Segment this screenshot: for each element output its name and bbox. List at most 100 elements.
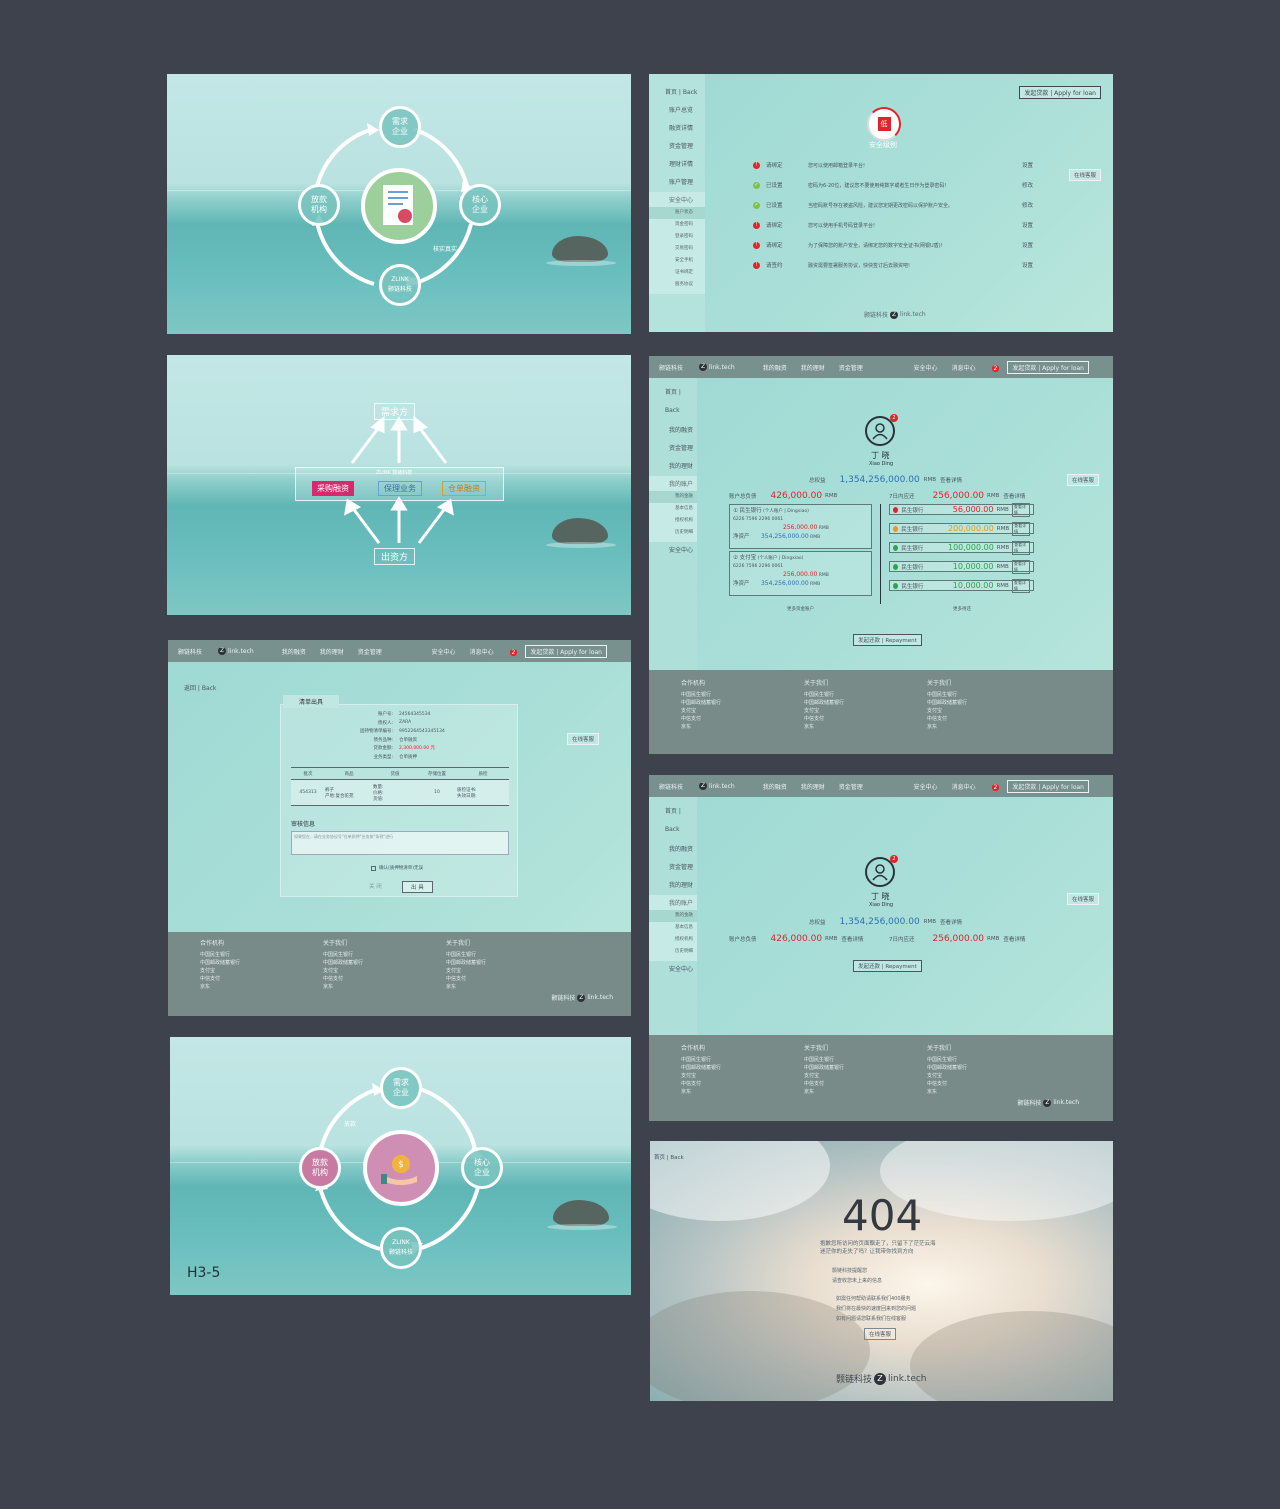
footer-link[interactable]: 中信支付: [323, 975, 363, 983]
nav-security-center[interactable]: 安全中心: [649, 542, 697, 560]
view-details-link[interactable]: 查看详情: [1003, 935, 1025, 943]
nav-home[interactable]: 首页 | Back: [649, 803, 697, 833]
nav-sub-phone[interactable]: 安全手机: [649, 255, 705, 267]
nav-my-account[interactable]: 我的账户: [649, 479, 697, 491]
brand-logo[interactable]: 颢链科技 Zlink.tech: [659, 363, 749, 372]
brand-logo[interactable]: 颢链科技 Zlink.tech: [178, 647, 268, 656]
tag-factoring[interactable]: 保理业务: [378, 481, 422, 496]
online-service-button[interactable]: 在线客服: [1066, 474, 1099, 486]
nav-item-finance[interactable]: 我的融资: [649, 841, 697, 859]
footer-link[interactable]: 中信支付: [804, 715, 844, 723]
nav-my-account[interactable]: 我的账户: [649, 898, 697, 910]
view-details-link[interactable]: 查看详情: [1011, 502, 1030, 517]
footer-link[interactable]: 中国邮政储蓄银行: [323, 959, 363, 967]
bank-due-item[interactable]: 民生银行 100,000.00 RMB 查看详情: [889, 540, 1034, 555]
footer-link[interactable]: 京东: [681, 1088, 721, 1096]
footer-link[interactable]: 支付宝: [804, 1072, 844, 1080]
nav-security[interactable]: 安全中心: [914, 782, 938, 791]
online-service-button[interactable]: 在线客服: [864, 1328, 897, 1340]
footer-link[interactable]: 中国邮政储蓄银行: [681, 699, 721, 707]
nav-security[interactable]: 安全中心: [432, 647, 456, 656]
footer-link[interactable]: 京东: [323, 983, 363, 991]
nav-sub-status[interactable]: 账户状态: [649, 207, 705, 219]
view-details-link[interactable]: 查看详情: [1011, 578, 1030, 593]
view-details-link[interactable]: 查看详情: [1011, 559, 1030, 574]
review-textarea[interactable]: 如果您在...请在业务协议号"仓单质押"业务按"条例"进行: [291, 831, 509, 855]
nav-sub-auth[interactable]: 授权机构: [649, 515, 697, 527]
online-service-button[interactable]: 在线客服: [1068, 169, 1101, 181]
footer-link[interactable]: 中国邮政储蓄银行: [681, 1064, 721, 1072]
confirm-checkbox[interactable]: 确认(质押物清单)无误: [371, 865, 423, 871]
footer-link[interactable]: 支付宝: [804, 707, 844, 715]
footer-link[interactable]: 支付宝: [446, 967, 486, 975]
footer-link[interactable]: 中信支付: [927, 715, 967, 723]
nav-sub-finance[interactable]: 我的金融: [649, 910, 697, 922]
security-action-link[interactable]: 设置: [1022, 161, 1033, 169]
nav-home[interactable]: 首页 | Back: [649, 384, 697, 414]
nav-sub-trade-pwd[interactable]: 交易密码: [649, 243, 705, 255]
tag-warehouse-finance[interactable]: 仓单融资: [442, 481, 486, 496]
footer-link[interactable]: 支付宝: [927, 1072, 967, 1080]
view-details-link[interactable]: 查看详情: [940, 918, 962, 926]
repayment-button[interactable]: 发起还款 | Repayment: [853, 634, 922, 646]
more-accounts-link[interactable]: 更多资金账户: [787, 606, 814, 612]
footer-link[interactable]: 京东: [927, 723, 967, 731]
footer-link[interactable]: 中信支付: [200, 975, 240, 983]
apply-loan-button[interactable]: 发起贷款 | Apply for loan: [1007, 779, 1089, 793]
security-action-link[interactable]: 设置: [1022, 221, 1033, 229]
footer-link[interactable]: 支付宝: [927, 707, 967, 715]
footer-link[interactable]: 中国民生银行: [446, 951, 486, 959]
footer-link[interactable]: 中国邮政储蓄银行: [200, 959, 240, 967]
back-link[interactable]: 返回 | Back: [184, 683, 216, 692]
view-details-link[interactable]: 查看详情: [1003, 492, 1025, 500]
footer-link[interactable]: 京东: [804, 1088, 844, 1096]
footer-link[interactable]: 中信支付: [681, 1080, 721, 1088]
online-service-button[interactable]: 在线客服: [1066, 893, 1099, 905]
footer-link[interactable]: 京东: [681, 723, 721, 731]
footer-link[interactable]: 中国民生银行: [681, 691, 721, 699]
view-details-link[interactable]: 查看详情: [1012, 540, 1030, 555]
nav-my-wealth[interactable]: 我的理财: [801, 782, 825, 791]
nav-sub-agreement[interactable]: 服务协议: [649, 279, 705, 291]
footer-link[interactable]: 中国民生银行: [804, 691, 844, 699]
more-due-link[interactable]: 更多待还: [953, 606, 971, 612]
nav-sub-cert[interactable]: 证书绑定: [649, 267, 705, 279]
nav-my-finance[interactable]: 我的融资: [763, 363, 787, 372]
online-service-button[interactable]: 在线客服: [566, 733, 599, 745]
nav-funds[interactable]: 资金管理: [839, 782, 863, 791]
footer-link[interactable]: 京东: [804, 723, 844, 731]
avatar[interactable]: 2: [865, 855, 898, 887]
footer-link[interactable]: 中信支付: [446, 975, 486, 983]
bank-due-item[interactable]: 民生银行 200,000.00 RMB 查看详情: [889, 521, 1034, 536]
brand-logo[interactable]: 颢链科技 Zlink.tech: [659, 782, 749, 791]
nav-item-funds[interactable]: 资金管理: [649, 440, 697, 458]
nav-my-wealth[interactable]: 我的理财: [320, 647, 344, 656]
footer-link[interactable]: 中信支付: [681, 715, 721, 723]
footer-link[interactable]: 中国民生银行: [927, 691, 967, 699]
nav-sub-finance[interactable]: 我的金融: [649, 491, 697, 503]
repayment-button[interactable]: 发起还款 | Repayment: [853, 960, 922, 972]
back-link[interactable]: 首页 | Back: [654, 1153, 684, 1161]
apply-loan-button[interactable]: 发起贷款 | Apply for loan: [1007, 360, 1089, 374]
nav-item-funds[interactable]: 资金管理: [649, 859, 697, 877]
footer-link[interactable]: 中国邮政储蓄银行: [927, 1064, 967, 1072]
nav-item-finance[interactable]: 融资详情: [649, 120, 705, 138]
nav-item-wealth[interactable]: 我的理财: [649, 458, 697, 476]
footer-link[interactable]: 中信支付: [804, 1080, 844, 1088]
nav-sub-fund-pwd[interactable]: 资金密码: [649, 219, 705, 231]
nav-funds[interactable]: 资金管理: [358, 647, 382, 656]
footer-link[interactable]: 京东: [446, 983, 486, 991]
apply-loan-button[interactable]: 发起贷款 | Apply for loan: [1019, 86, 1101, 99]
footer-link[interactable]: 中国民生银行: [681, 1056, 721, 1064]
apply-loan-button[interactable]: 发起贷款 | Apply for loan: [525, 644, 607, 658]
nav-security[interactable]: 安全中心: [914, 363, 938, 372]
nav-security-center[interactable]: 安全中心: [649, 195, 705, 207]
footer-link[interactable]: 支付宝: [323, 967, 363, 975]
footer-link[interactable]: 中国邮政储蓄银行: [927, 699, 967, 707]
view-details-link[interactable]: 查看详情: [940, 476, 962, 484]
nav-messages[interactable]: 消息中心 2: [952, 782, 1000, 791]
nav-item-finance[interactable]: 我的融资: [649, 422, 697, 440]
footer-link[interactable]: 中国民生银行: [200, 951, 240, 959]
footer-link[interactable]: 京东: [927, 1088, 967, 1096]
nav-item-wealth[interactable]: 理财详情: [649, 156, 705, 174]
